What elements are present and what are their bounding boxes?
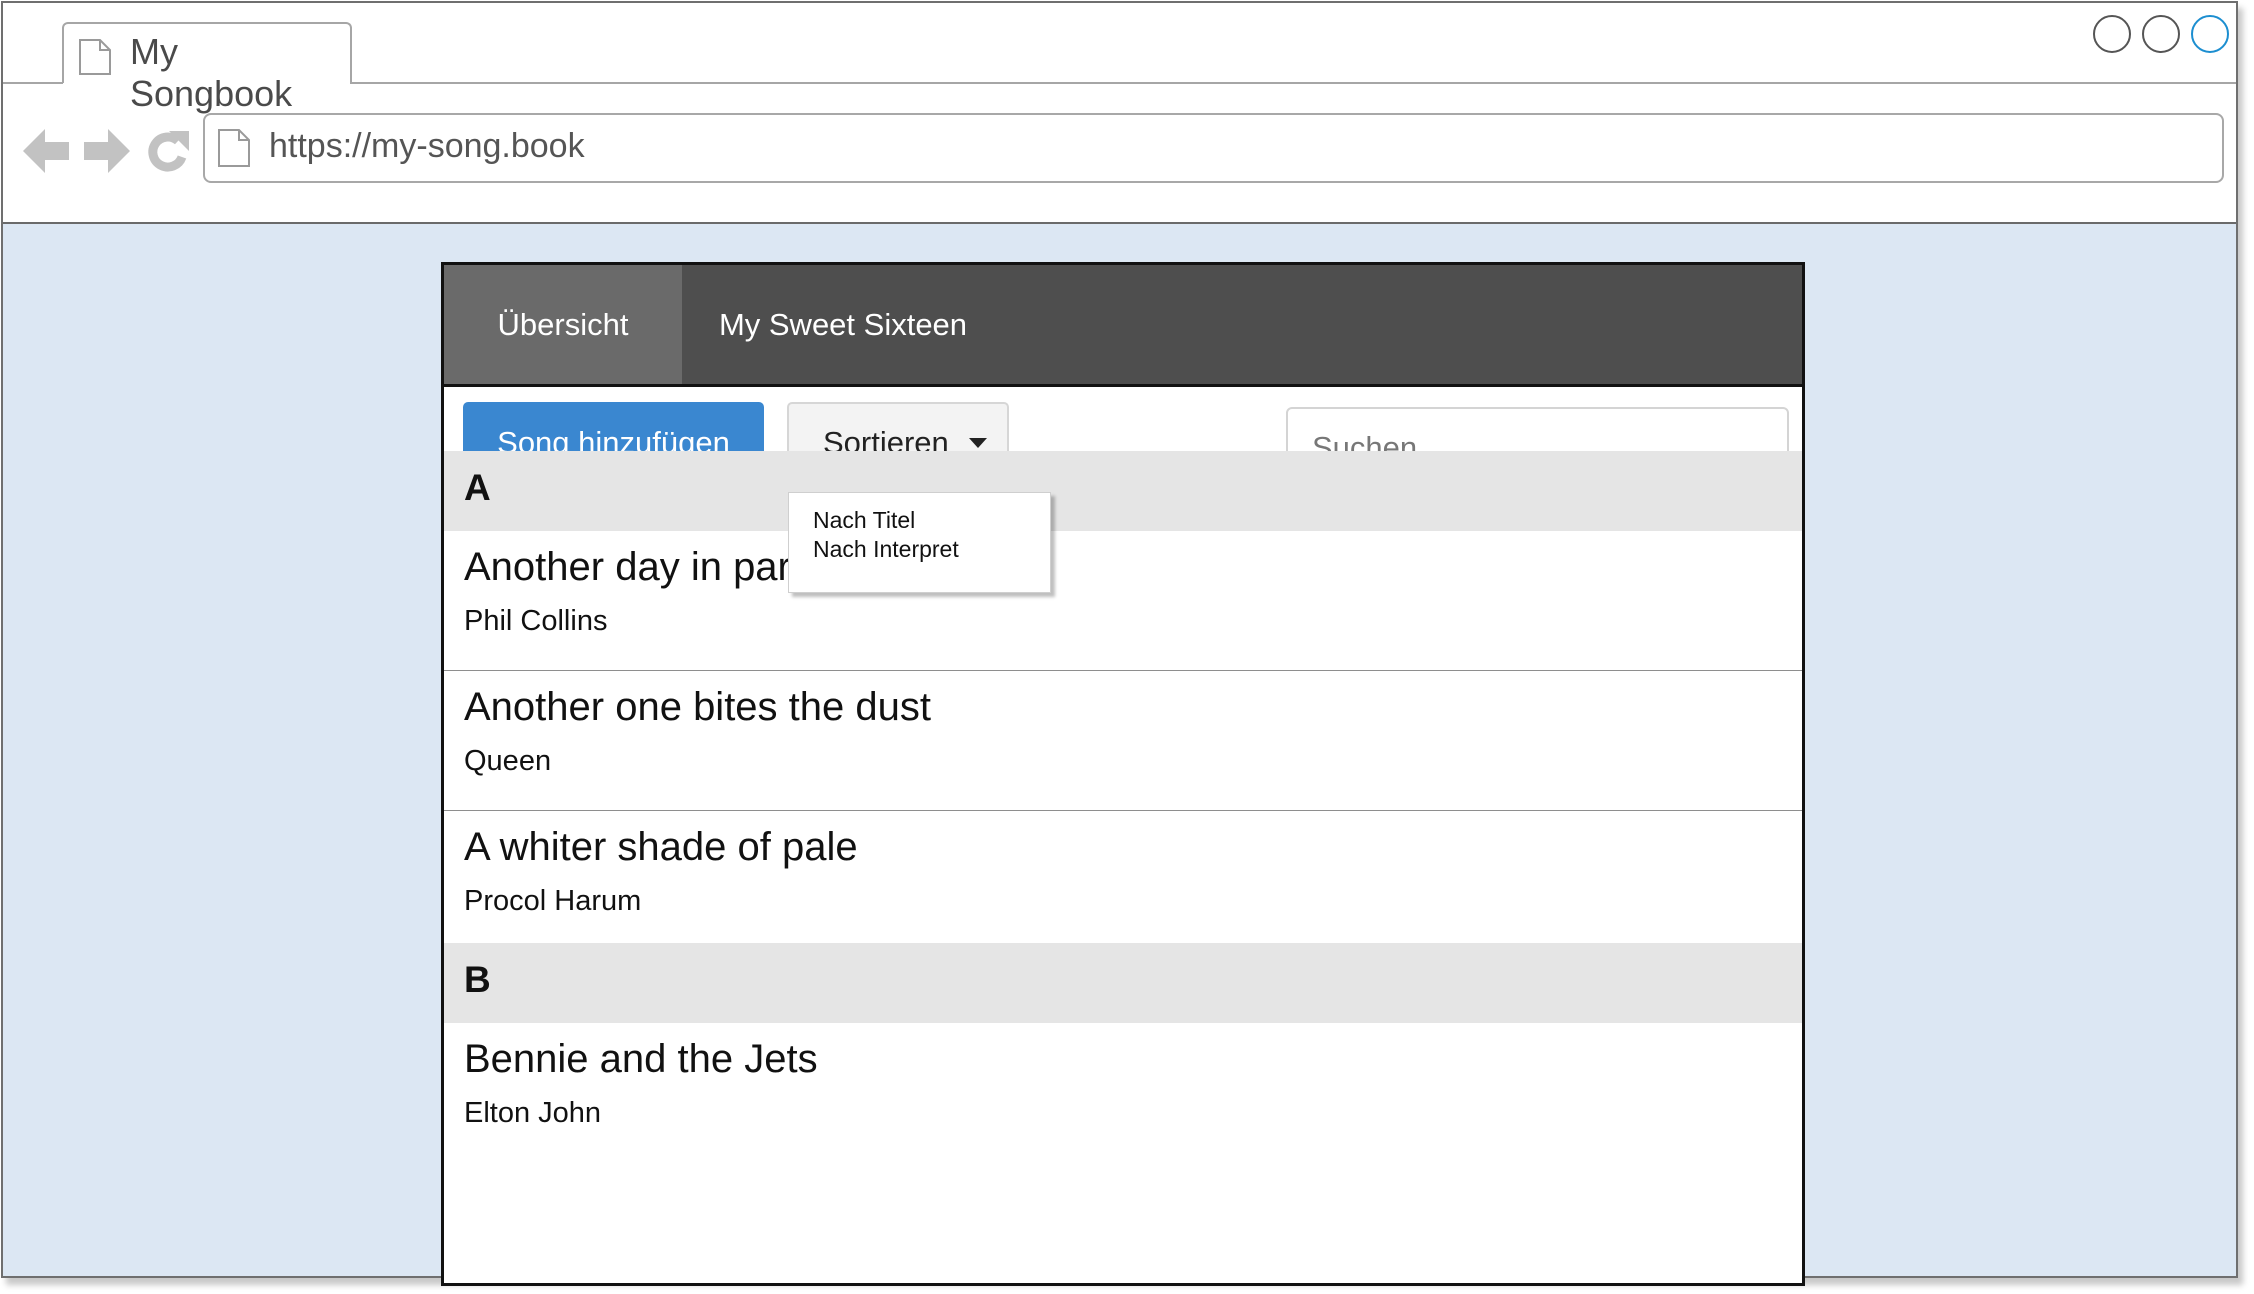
song-artist: Procol Harum	[464, 885, 642, 917]
song-list-item[interactable]: A whiter shade of pale Procol Harum	[444, 811, 1802, 950]
page-icon	[217, 128, 251, 173]
song-list-item[interactable]: Bennie and the Jets Elton John	[444, 1023, 1802, 1162]
song-artist: Phil Collins	[464, 605, 608, 637]
sort-option-artist[interactable]: Nach Interpret	[813, 536, 959, 563]
song-title: Another one bites the dust	[464, 685, 931, 729]
section-header: B	[444, 943, 1802, 1023]
page-icon	[78, 38, 112, 81]
tab-uebersicht[interactable]: Übersicht	[444, 265, 682, 384]
close-button[interactable]	[2191, 15, 2229, 53]
songbook-app: Übersicht My Sweet Sixteen Song hinzufüg…	[441, 262, 1805, 1286]
song-list-item[interactable]: Another day in paradise Phil Collins	[444, 531, 1802, 672]
section-header: A	[444, 451, 1802, 531]
sort-option-title[interactable]: Nach Titel	[813, 507, 915, 534]
address-bar[interactable]: https://my-song.book	[203, 113, 2224, 183]
tab-my-sweet-sixteen[interactable]: My Sweet Sixteen	[682, 265, 1004, 384]
tab-strip-line	[350, 82, 2236, 84]
browser-chrome: My Songbook https://my-song.book	[3, 3, 2236, 224]
song-title: A whiter shade of pale	[464, 825, 858, 869]
tab-strip-line	[3, 82, 63, 84]
song-artist: Queen	[464, 745, 552, 777]
song-list-item[interactable]: Another one bites the dust Queen	[444, 671, 1802, 812]
maximize-button[interactable]	[2142, 15, 2180, 53]
caret-down-icon	[969, 438, 987, 448]
top-navbar: Übersicht My Sweet Sixteen	[444, 265, 1802, 387]
url-text[interactable]: https://my-song.book	[269, 127, 585, 166]
tab-title: My Songbook	[130, 31, 293, 114]
section-letter: B	[464, 959, 491, 1000]
browser-tab[interactable]: My Songbook	[62, 22, 352, 114]
song-title: Bennie and the Jets	[464, 1037, 818, 1081]
back-arrow-icon[interactable]	[23, 127, 69, 180]
forward-arrow-icon[interactable]	[84, 127, 130, 180]
page-viewport: Übersicht My Sweet Sixteen Song hinzufüg…	[3, 224, 2236, 1286]
song-artist: Elton John	[464, 1097, 602, 1129]
sort-menu: Nach Titel Nach Interpret	[788, 492, 1051, 593]
browser-window: My Songbook https://my-song.book Übersic…	[1, 1, 2238, 1286]
section-letter: A	[464, 467, 491, 508]
reload-icon[interactable]	[145, 127, 191, 180]
minimize-button[interactable]	[2093, 15, 2131, 53]
